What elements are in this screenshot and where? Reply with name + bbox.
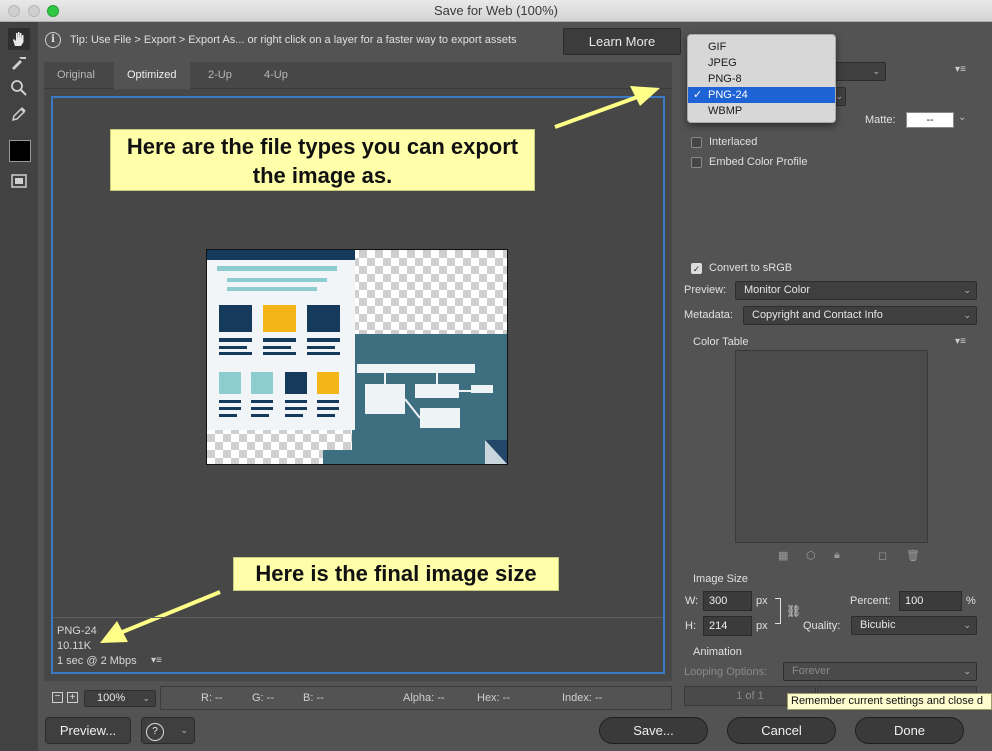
status-download-time: 1 sec @ 2 Mbps [57, 655, 137, 667]
zoom-level-select[interactable]: 100% ⌄ [84, 690, 156, 707]
convert-srgb-label: Convert to sRGB [709, 262, 793, 274]
matte-label: Matte: [865, 114, 896, 126]
new-color-icon[interactable]: ◻ [878, 549, 887, 562]
status-format: PNG-24 [57, 625, 97, 637]
metadata-select[interactable]: Copyright and Contact Info ⌄ [743, 306, 977, 325]
readout-alpha: Alpha: -- [403, 692, 445, 704]
zoom-out-button[interactable]: − [52, 692, 63, 703]
save-button[interactable]: Save... [599, 717, 708, 744]
interlaced-checkbox[interactable] [691, 137, 702, 148]
readout-index: Index: -- [562, 692, 603, 704]
metadata-label: Metadata: [684, 309, 733, 321]
metadata-select-value: Copyright and Contact Info [752, 309, 883, 321]
color-table[interactable] [735, 350, 928, 543]
height-unit: px [756, 620, 768, 632]
link-icon[interactable]: ⛓︎ [786, 604, 801, 618]
interlaced-label: Interlaced [709, 136, 758, 148]
percent-unit: % [966, 595, 976, 607]
chevron-down-icon: ⌄ [142, 693, 150, 703]
web-shift-icon[interactable]: ▦ [778, 549, 788, 562]
tooltip: Remember current settings and close d [787, 693, 992, 710]
preset-select[interactable]: ⌄ [832, 62, 886, 81]
chevron-down-icon: ⌄ [835, 91, 843, 101]
height-input[interactable]: 214 [703, 616, 752, 636]
readout-r: R: -- [201, 692, 223, 704]
quality-select-value: Bicubic [860, 619, 896, 631]
lock-color-icon[interactable]: 🔒︎ [834, 549, 840, 562]
readout-g: G: -- [252, 692, 274, 704]
status-menu-icon[interactable]: ▾≡ [151, 655, 162, 666]
percent-label: Percent: [850, 595, 891, 607]
globe-help-icon: ? [146, 722, 164, 741]
arrow-to-format-menu [554, 94, 641, 129]
checkmark-icon: ✓ [693, 89, 703, 101]
chevron-down-icon: ⌄ [872, 66, 880, 76]
chevron-down-icon: ⌄ [963, 285, 971, 295]
zoom-in-button[interactable]: + [67, 692, 78, 703]
chevron-down-icon: ⌄ [963, 666, 971, 676]
preview-select[interactable]: Monitor Color ⌄ [735, 281, 977, 300]
trash-icon[interactable]: 🗑︎ [906, 549, 920, 562]
cancel-button[interactable]: Cancel [727, 717, 836, 744]
embed-color-profile-label: Embed Color Profile [709, 156, 808, 168]
preview-button[interactable]: Preview... [45, 717, 131, 744]
preview-select-value: Monitor Color [744, 284, 811, 296]
device-central-button[interactable]: ? ⌄ [141, 717, 195, 744]
chevron-down-icon: ⌄ [963, 310, 971, 320]
format-option-wbmp[interactable]: WBMP [688, 103, 835, 119]
format-option-gif[interactable]: GIF [688, 39, 835, 55]
convert-srgb-checkbox[interactable]: ✓ [691, 263, 702, 274]
web-snap-icon[interactable]: ⬡ [806, 549, 816, 562]
readout-hex: Hex: -- [477, 692, 510, 704]
matte-swatch[interactable]: -- [906, 112, 954, 128]
format-option-png8[interactable]: PNG-8 [688, 71, 835, 87]
readout-b: B: -- [303, 692, 324, 704]
preview-label: Preview: [684, 284, 727, 296]
quality-select[interactable]: Bicubic ⌄ [851, 616, 977, 635]
looping-select: Forever ⌄ [783, 662, 977, 681]
image-size-header: Image Size [693, 573, 749, 585]
arrow-to-image-size [119, 590, 221, 635]
chevron-down-icon: ⌄ [963, 620, 971, 630]
width-unit: px [756, 595, 768, 607]
animation-header: Animation [693, 646, 742, 658]
width-input[interactable]: 300 [703, 591, 752, 611]
status-file-size: 10.11K [57, 640, 92, 652]
format-option-png24[interactable]: ✓ PNG-24 [688, 87, 835, 103]
quality-label: Quality: [803, 620, 841, 632]
format-option-jpeg[interactable]: JPEG [688, 55, 835, 71]
chevron-down-icon[interactable]: ⌄ [958, 112, 966, 123]
preset-menu-icon[interactable]: ▾≡ [955, 64, 966, 75]
width-label: W: [685, 595, 699, 607]
looping-options-label: Looping Options: [684, 666, 768, 678]
height-label: H: [685, 620, 696, 632]
chevron-down-icon: ⌄ [180, 725, 188, 735]
looping-select-value: Forever [792, 665, 830, 677]
color-table-label: Color Table [693, 336, 749, 348]
percent-input[interactable]: 100 [899, 591, 962, 611]
constrain-bracket [775, 598, 781, 624]
format-option-png24-label: PNG-24 [708, 89, 748, 101]
embed-color-profile-checkbox[interactable] [691, 157, 702, 168]
done-button[interactable]: Done [855, 717, 964, 744]
zoom-level-value: 100% [97, 692, 126, 704]
status-divider [53, 617, 663, 618]
color-table-menu-icon[interactable]: ▾≡ [955, 336, 966, 347]
